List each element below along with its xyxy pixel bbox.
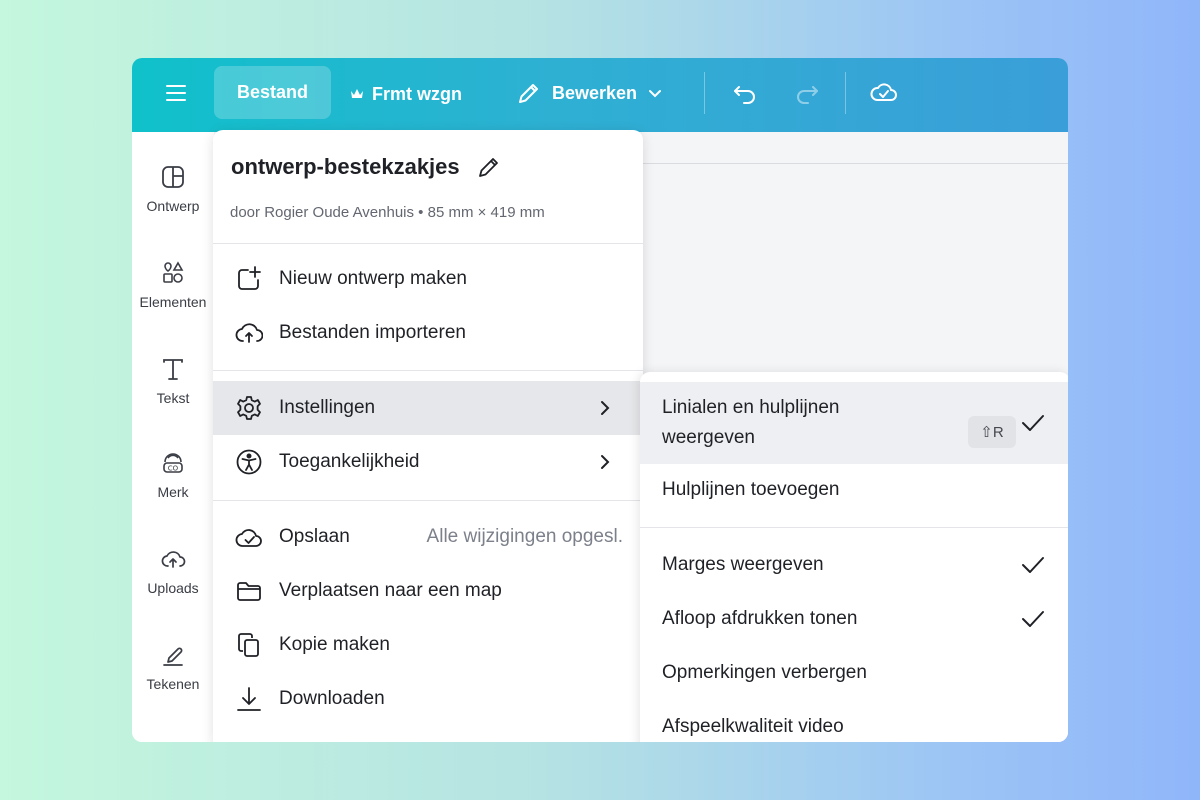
menu-divider — [213, 243, 643, 244]
file-menu-button[interactable]: Bestand — [214, 66, 331, 119]
checkmark-icon — [1022, 415, 1044, 431]
crown-icon — [351, 89, 363, 98]
accessibility-icon — [236, 449, 262, 475]
menu-item-new-design[interactable]: Nieuw ontwerp maken — [213, 252, 643, 306]
submenu-item-label: Afloop afdrukken tonen — [662, 608, 858, 629]
upload-cloud-icon — [161, 551, 186, 568]
menu-item-label: Kopie maken — [279, 634, 390, 655]
menu-item-label: Verplaatsen naar een map — [279, 580, 502, 601]
folder-icon — [237, 582, 261, 601]
file-menu-dropdown: ontwerp-bestekzakjes door Rogier Oude Av… — [213, 130, 643, 742]
toolbar-divider — [845, 72, 846, 114]
edit-mode-label: Bewerken — [552, 82, 638, 103]
file-menu-label: Bestand — [236, 82, 308, 102]
menu-item-move-to-folder[interactable]: Verplaatsen naar een map — [213, 564, 643, 618]
brand-icon: CO — [163, 453, 183, 473]
sidebar-item-label: Elementen — [139, 294, 207, 310]
design-title-text: ontwerp-bestekzakjes — [231, 154, 460, 179]
sidebar-item-label: Merk — [157, 484, 189, 500]
menu-item-label: Opslaan — [279, 526, 350, 547]
menu-item-save[interactable]: Opslaan Alle wijzigingen opgesl. — [213, 510, 643, 564]
canvas-ruler-line — [642, 163, 1068, 164]
left-sidebar: Ontwerp Elementen Tekst CO Merk Uploads … — [132, 132, 214, 742]
menu-item-label: Nieuw ontwerp maken — [279, 268, 467, 289]
undo-icon[interactable] — [730, 78, 760, 108]
sidebar-item-elements[interactable]: Elementen — [132, 260, 214, 310]
layout-icon — [162, 166, 184, 188]
chevron-right-icon — [601, 455, 610, 469]
chevron-right-icon — [601, 401, 610, 415]
design-subtitle: door Rogier Oude Avenhuis • 85 mm × 419 … — [230, 204, 545, 221]
settings-submenu: Linialen en hulplijnen weergeven ⇧R Hulp… — [640, 372, 1068, 742]
menu-item-settings[interactable]: Instellingen — [213, 381, 643, 435]
menu-item-import[interactable]: Bestanden importeren — [213, 306, 643, 360]
checkmark-icon — [1022, 611, 1044, 627]
text-icon — [163, 359, 183, 380]
menu-item-make-copy[interactable]: Kopie maken — [213, 618, 643, 672]
resize-label: Frmt wzgn — [372, 83, 462, 104]
menu-item-label: Downloaden — [279, 688, 385, 709]
menu-item-accessibility[interactable]: Toegankelijkheid — [213, 435, 643, 489]
shortcut-badge: ⇧R — [968, 416, 1016, 448]
cloud-check-icon[interactable] — [869, 78, 899, 108]
top-toolbar: Bestand Frmt wzgn Bewerken — [132, 58, 1068, 132]
pencil-icon[interactable] — [476, 154, 502, 180]
submenu-item-label: Opmerkingen verbergen — [662, 662, 867, 683]
svg-text:CO: CO — [168, 465, 179, 473]
submenu-item-label: Afspeelkwaliteit video — [662, 716, 844, 737]
sidebar-item-label: Tekenen — [146, 676, 200, 692]
sidebar-item-label: Uploads — [147, 580, 199, 596]
new-design-icon — [238, 266, 261, 290]
save-status-text: Alle wijzigingen opgesl. — [426, 526, 623, 547]
shapes-icon — [163, 261, 184, 283]
submenu-item-show-margins[interactable]: Marges weergeven — [640, 538, 1068, 592]
download-icon — [237, 687, 261, 711]
copy-icon — [238, 633, 259, 657]
gear-icon — [237, 396, 261, 420]
sidebar-item-uploads[interactable]: Uploads — [132, 546, 214, 596]
pencil-icon — [519, 84, 538, 103]
submenu-item-add-guides[interactable]: Hulplijnen toevoegen — [640, 464, 1068, 516]
toolbar-divider — [704, 72, 705, 114]
hamburger-icon[interactable] — [166, 82, 188, 104]
design-title[interactable]: ontwerp-bestekzakjes — [231, 154, 502, 180]
menu-divider — [213, 370, 643, 371]
draw-icon — [163, 647, 183, 666]
submenu-item-video-quality[interactable]: Afspeelkwaliteit video — [640, 700, 1068, 742]
submenu-item-hide-comments[interactable]: Opmerkingen verbergen — [640, 646, 1068, 700]
resize-button[interactable]: Frmt wzgn — [350, 80, 462, 108]
sidebar-item-text[interactable]: Tekst — [132, 356, 214, 406]
edit-mode-button[interactable]: Bewerken — [516, 78, 663, 108]
submenu-item-label: Marges weergeven — [662, 554, 824, 575]
import-cloud-icon — [235, 323, 263, 343]
submenu-item-show-bleed[interactable]: Afloop afdrukken tonen — [640, 592, 1068, 646]
sidebar-item-label: Tekst — [156, 390, 190, 406]
save-cloud-icon — [235, 529, 262, 547]
menu-divider — [213, 500, 643, 501]
sidebar-item-draw[interactable]: Tekenen — [132, 642, 214, 692]
sidebar-item-brand[interactable]: CO Merk — [132, 450, 214, 500]
submenu-item-label: Linialen en hulplijnen weergeven — [662, 397, 840, 448]
menu-item-label: Bestanden importeren — [279, 322, 466, 343]
redo-icon[interactable] — [792, 78, 822, 108]
submenu-item-label: Hulplijnen toevoegen — [662, 479, 840, 500]
checkmark-icon — [1022, 557, 1044, 573]
menu-item-label: Instellingen — [279, 397, 376, 418]
chevron-down-icon — [649, 90, 662, 98]
menu-divider — [640, 527, 1068, 528]
menu-item-label: Toegankelijkheid — [279, 451, 420, 472]
app-window: Bestand Frmt wzgn Bewerken Ontwerp Eleme… — [132, 58, 1068, 742]
menu-item-download[interactable]: Downloaden — [213, 672, 643, 726]
submenu-item-show-rulers[interactable]: Linialen en hulplijnen weergeven ⇧R — [640, 382, 1068, 464]
sidebar-item-label: Ontwerp — [146, 198, 200, 214]
sidebar-item-design[interactable]: Ontwerp — [132, 164, 214, 214]
